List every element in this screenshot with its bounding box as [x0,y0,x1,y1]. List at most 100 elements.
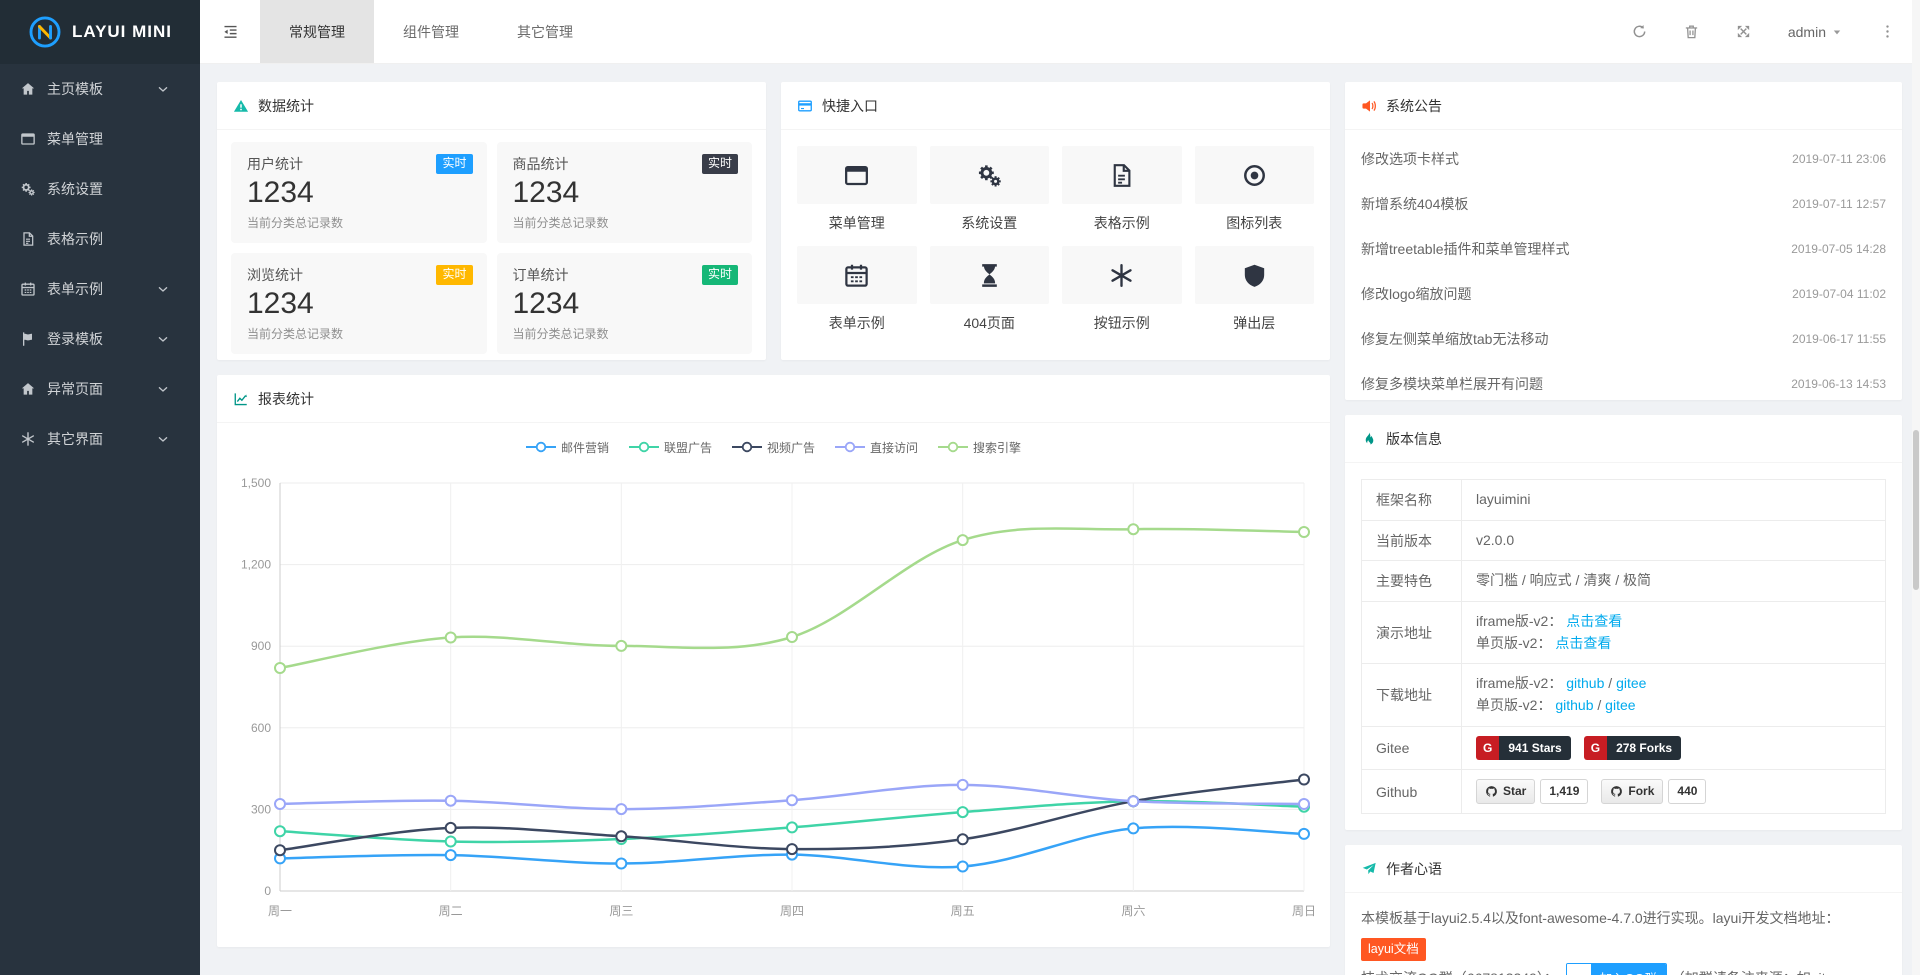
legend-marker-icon [526,441,556,453]
sidebar-collapse-button[interactable] [200,0,260,63]
author-card: 作者心语 本模板基于layui2.5.4以及font-awesome-4.7.0… [1345,845,1902,975]
github-count: 440 [1668,779,1706,804]
github-star-button[interactable]: Star1,419 [1476,779,1588,804]
sidebar-item-2[interactable]: 系统设置 [0,164,200,214]
version-row-2: 主要特色 零门槛 / 响应式 / 清爽 / 极简 [1362,561,1885,602]
stat-value: 1234 [513,287,737,320]
version-row-label: 下载地址 [1362,664,1462,725]
sidebar-item-4[interactable]: 表单示例 [0,264,200,314]
stat-value: 1234 [247,176,471,209]
fullscreen-button[interactable] [1735,23,1752,40]
version-card: 版本信息 框架名称 layuimini 当前版本 v2.0.0 主要特色 零门槛… [1345,415,1902,830]
legend-item-0[interactable]: 邮件营销 [526,438,609,456]
sidebar-item-0[interactable]: 主页模板 [0,64,200,114]
github-fork-button[interactable]: Fork440 [1601,779,1706,804]
version-row-1: 当前版本 v2.0.0 [1362,521,1885,562]
quick-entry-0[interactable]: 菜单管理 [797,146,917,233]
quick-tile [797,146,917,204]
refresh-button[interactable] [1631,23,1648,40]
quick-tile [930,246,1050,304]
stat-desc: 当前分类总记录数 [513,214,737,231]
svg-text:300: 300 [251,802,271,816]
report-card-title: 报表统计 [258,389,314,409]
notice-date: 2019-06-13 14:53 [1791,377,1886,391]
notice-text: 修复左侧菜单缩放tab无法移动 [1361,329,1548,349]
outdent-icon [222,23,239,40]
file-icon [20,231,36,247]
version-link-line: 单页版-v2： 点击查看 [1476,633,1871,655]
fire-icon [1361,431,1377,447]
github-mark-icon [1485,785,1498,798]
notice-date: 2019-07-04 11:02 [1792,287,1886,301]
more-menu-button[interactable] [1879,23,1896,40]
sidebar-item-5[interactable]: 登录模板 [0,314,200,364]
logo[interactable]: LAYUI MINI [0,0,200,64]
warning-triangle-icon [233,98,249,114]
tab-1[interactable]: 组件管理 [374,0,488,63]
link-点击查看[interactable]: 点击查看 [1566,613,1622,629]
version-row-3: 演示地址 iframe版-v2： 点击查看单页版-v2： 点击查看 [1362,602,1885,664]
quick-entry-2[interactable]: 表格示例 [1062,146,1182,233]
layui-logo-icon [28,15,62,49]
version-row-6: Github Star1,419 Fork440 [1362,770,1885,813]
gitee-badge[interactable]: G941 Stars [1476,736,1571,761]
legend-item-3[interactable]: 直接访问 [835,438,918,456]
version-link-line: iframe版-v2： 点击查看 [1476,611,1871,633]
version-row-value: v2.0.0 [1462,521,1885,561]
version-card-title: 版本信息 [1386,429,1442,449]
version-link-line: 单页版-v2： github / gitee [1476,695,1871,717]
link-点击查看[interactable]: 点击查看 [1555,635,1611,651]
tab-label: 其它管理 [517,22,573,42]
gears-icon [976,162,1003,189]
chevron-down-icon [155,281,171,297]
sidebar-item-label: 其它界面 [47,429,155,449]
quick-entry-4[interactable]: 表单示例 [797,246,917,333]
version-row-value: Star1,419 Fork440 [1462,770,1885,813]
sidebar-item-7[interactable]: 其它界面 [0,414,200,464]
link-gitee[interactable]: gitee [1605,697,1635,713]
notice-text: 修改选项卡样式 [1361,149,1459,169]
tab-0[interactable]: 常规管理 [260,0,374,63]
stat-box-1: 商品统计 1234 当前分类总记录数 实时 [497,142,753,243]
quick-entry-3[interactable]: 图标列表 [1195,146,1315,233]
quick-card-title: 快捷入口 [822,96,878,116]
sidebar-item-3[interactable]: 表格示例 [0,214,200,264]
quick-entry-5[interactable]: 404页面 [930,246,1050,333]
version-row-4: 下载地址 iframe版-v2： github / gitee单页版-v2： g… [1362,664,1885,726]
sidebar-item-label: 主页模板 [47,79,155,99]
sidebar-item-6[interactable]: 异常页面 [0,364,200,414]
gitee-badge[interactable]: G278 Forks [1584,736,1681,761]
notice-text: 新增系统404模板 [1361,194,1468,214]
version-value: 零门槛 / 响应式 / 清爽 / 极简 [1476,570,1871,592]
svg-text:周四: 周四 [780,904,804,918]
quick-entry-7[interactable]: 弹出层 [1195,246,1315,333]
version-value: layuimini [1476,489,1871,511]
link-github[interactable]: github [1566,675,1604,691]
layui-doc-badge[interactable]: layui文档 [1361,938,1426,961]
stat-value: 1234 [513,176,737,209]
admin-dropdown[interactable]: admin [1788,24,1844,40]
quick-entry-6[interactable]: 按钮示例 [1062,246,1182,333]
link-gitee[interactable]: gitee [1616,675,1646,691]
clear-cache-button[interactable] [1683,23,1700,40]
chevron-down-icon [155,81,171,97]
scrollbar-thumb[interactable] [1913,430,1919,590]
join-qq-group-button[interactable]: 加入QQ群 [1566,963,1667,975]
legend-item-1[interactable]: 联盟广告 [629,438,712,456]
legend-item-2[interactable]: 视频广告 [732,438,815,456]
legend-marker-icon [938,441,968,453]
stats-card-header: 数据统计 [217,82,766,130]
version-row-label: 主要特色 [1362,561,1462,601]
quick-label: 菜单管理 [797,213,917,233]
version-row-0: 框架名称 layuimini [1362,480,1885,521]
link-github[interactable]: github [1555,697,1593,713]
tab-2[interactable]: 其它管理 [488,0,602,63]
legend-label: 联盟广告 [664,439,712,456]
notice-item-3: 修改logo缩放问题 2019-07-04 11:02 [1361,271,1886,316]
version-row-label: Github [1362,770,1462,813]
legend-item-4[interactable]: 搜索引擎 [938,438,1021,456]
sidebar-item-1[interactable]: 菜单管理 [0,114,200,164]
sidebar-menu: 主页模板 菜单管理 系统设置 表格示例 表单示例 登录模板 异常页面 其它界面 [0,64,200,464]
page-scrollbar[interactable] [1912,0,1920,975]
quick-entry-1[interactable]: 系统设置 [930,146,1050,233]
